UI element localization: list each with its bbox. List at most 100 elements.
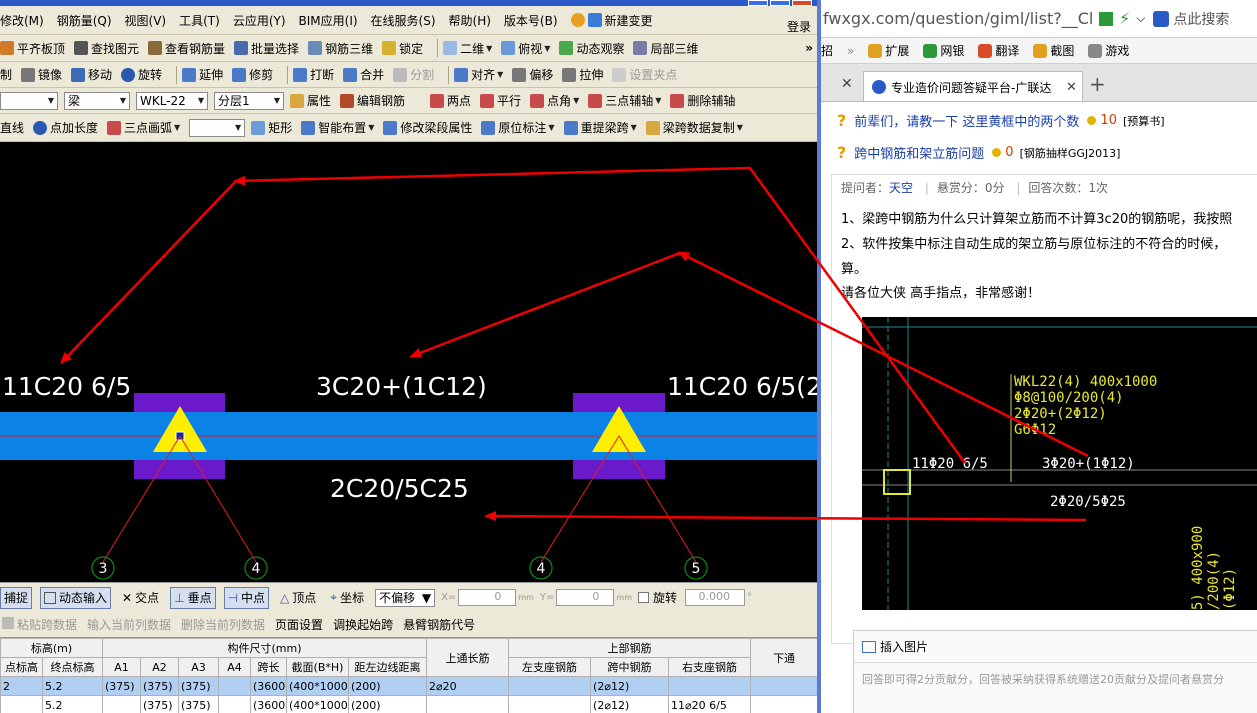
table-cell[interactable] [218,676,251,696]
move-button[interactable]: 移动 [71,65,112,85]
games-button[interactable]: 游戏 [1088,42,1129,59]
table-cell[interactable]: (375) [178,676,219,696]
line-button[interactable]: 直线 [0,118,24,138]
reply-textarea[interactable]: 回答即可得2分贡献分，回答被采纳获得系统赠送20贡献分及提问者悬赏分 [854,663,1257,695]
table-cell[interactable]: (2⌀12) [590,695,670,713]
coordinate-snap-toggle[interactable]: ⌖ 坐标 [327,587,367,609]
offset-button[interactable]: 偏移 [512,65,553,85]
dynamic-orbit-button[interactable]: 动态观察 [559,38,624,58]
question-list-item[interactable]: ? 跨中钢筋和架立筋问题 0 [钢筋抽样GGJ2013] [837,143,1120,162]
table-cell[interactable] [750,695,817,713]
edit-rebar-button[interactable]: 编辑钢筋 [340,91,405,111]
question-category[interactable]: [钢筋抽样GGJ2013] [1020,145,1121,161]
modify-span-props-button[interactable]: 修改梁段属性 [383,118,472,138]
question-title[interactable]: 前辈们，请教一下 这里黄框中的两个数 [854,111,1079,130]
table-cell[interactable] [508,695,592,713]
point-angle-dropdown[interactable]: 点角 ▼ [530,91,579,111]
set-grip-button[interactable]: 设置夹点 [612,65,677,85]
intersection-snap-toggle[interactable]: ✕ 交点 [119,587,162,609]
table-row[interactable]: 5.2 (375) (375) (3600) (400*1000 (200) (… [0,695,817,713]
url-text[interactable]: fwxgx.com/question/giml/list?__ClassCo [823,9,1093,28]
menu-help[interactable]: 帮助(H) [449,10,491,30]
point-length-button[interactable]: 点加长度 [33,118,98,138]
batch-select-button[interactable]: 批量选择 [234,38,299,58]
table-cell[interactable]: 11⌀20 6/5 [668,695,752,713]
perpendicular-snap-toggle[interactable]: ⊥ 垂点 [170,586,216,609]
drawing-canvas[interactable]: 3 4 4 5 11C20 6/5 3C20+(1C12) 11C20 6/5(… [0,142,817,582]
address-bar[interactable]: fwxgx.com/question/giml/list?__ClassCo ⚡… [821,0,1257,38]
input-column-data-button[interactable]: 输入当前列数据 [87,616,171,633]
floor-select[interactable]: ▼ [0,91,58,110]
properties-button[interactable]: 属性 [290,91,331,111]
question-list-item[interactable]: ? 前辈们，请教一下 这里黄框中的两个数 10 [预算书] [837,111,1165,130]
three-point-arc-dropdown[interactable]: 三点画弧 ▼ [107,118,180,138]
menu-new-change[interactable]: 新建变更 [570,10,653,30]
rectangle-button[interactable]: 矩形 [251,118,292,138]
swap-start-span-button[interactable]: 调换起始跨 [333,616,393,633]
table-cell[interactable]: 2 [0,676,43,696]
table-cell[interactable]: (375) [178,695,219,713]
menu-bim[interactable]: BIM应用(I) [299,10,358,30]
copy-span-data-dropdown[interactable]: 梁跨数据复制 ▼ [645,118,743,138]
table-cell[interactable]: 2⌀20 [426,676,510,696]
two-point-axis-button[interactable]: 两点 [430,91,471,111]
qr-icon[interactable] [1099,11,1113,26]
ebank-button[interactable]: 网银 [923,42,964,59]
merge-button[interactable]: 合并 [343,65,384,85]
member-select[interactable]: WKL-22 ▼ [136,91,208,110]
dropdown-icon[interactable]: ⌵ [1136,11,1145,26]
x-input[interactable]: 0 [458,589,517,606]
trim-button[interactable]: 修剪 [232,65,273,85]
new-tab-icon[interactable]: + [1089,72,1106,96]
table-cell[interactable]: (375) [140,676,179,696]
table-cell[interactable] [426,695,510,713]
table-cell[interactable] [668,676,752,696]
menu-modify[interactable]: 修改(M) [0,10,44,30]
question-category[interactable]: [预算书] [1123,113,1165,129]
table-cell[interactable]: (3600) [250,676,287,696]
menu-online[interactable]: 在线服务(S) [371,10,436,30]
table-cell[interactable]: (2⌀12) [590,676,670,696]
local-3d-button[interactable]: 局部三维 [633,38,698,58]
reextract-span-dropdown[interactable]: 重提梁跨 ▼ [563,118,637,138]
view-rebar-quantity-button[interactable]: 查看钢筋量 [148,38,225,58]
layer-select[interactable]: 分层1 ▼ [214,91,284,110]
offset-mode-select[interactable]: 不偏移 ▼ [375,588,436,607]
snap-toggle[interactable]: 捕捉 [0,586,33,609]
table-cell[interactable]: (200) [347,676,428,696]
angle-input[interactable]: 0.000 [685,589,746,606]
search-box[interactable]: 点此搜索 [1173,9,1229,29]
extensions-button[interactable]: 扩展 [868,42,909,59]
midpoint-snap-toggle[interactable]: ⊣ 中点 [223,586,270,609]
screenshot-button[interactable]: 截图 [1033,42,1074,59]
table-cell[interactable]: (3600) [250,695,287,713]
menu-view[interactable]: 视图(V) [125,10,167,30]
arc-option-select[interactable]: ▼ [189,118,246,137]
cantilever-rebar-code-button[interactable]: 悬臂钢筋代号 [403,616,475,633]
mirror-button[interactable]: 镜像 [21,65,62,85]
menu-version[interactable]: 版本号(B) [504,10,558,30]
bookmark-overflow-icon[interactable]: » [847,44,854,58]
element-type-select[interactable]: 梁 ▼ [64,91,130,110]
parallel-axis-button[interactable]: 平行 [480,91,521,111]
original-annotation-dropdown[interactable]: 原位标注 ▼ [481,118,555,138]
table-cell[interactable]: 5.2 [42,695,103,713]
menu-tools[interactable]: 工具(T) [179,10,220,30]
close-prev-tab-icon[interactable]: ✕ [841,76,853,92]
table-cell[interactable] [750,676,817,696]
toolbar-overflow-icon[interactable]: » [805,41,813,55]
rotate-button[interactable]: 旋转 [121,65,162,85]
table-cell[interactable]: (400*1000 [286,676,349,696]
table-cell[interactable]: (400*1000 [286,695,349,713]
find-element-button[interactable]: 查找图元 [74,38,139,58]
rotate-checkbox[interactable] [638,592,649,603]
menu-rebar-quantity[interactable]: 钢筋量(Q) [57,10,112,30]
tb2-item[interactable]: 制 [0,65,12,85]
dynamic-input-toggle[interactable]: 动态输入 [40,586,112,609]
flat-slab-top-button[interactable]: 平齐板顶 [0,38,65,58]
table-cell[interactable] [508,676,592,696]
close-tab-icon[interactable]: ✕ [1066,80,1077,95]
align-dropdown[interactable]: 对齐 ▼ [454,65,503,85]
vertex-snap-toggle[interactable]: △ 顶点 [277,587,319,609]
split-button[interactable]: 分割 [393,65,434,85]
